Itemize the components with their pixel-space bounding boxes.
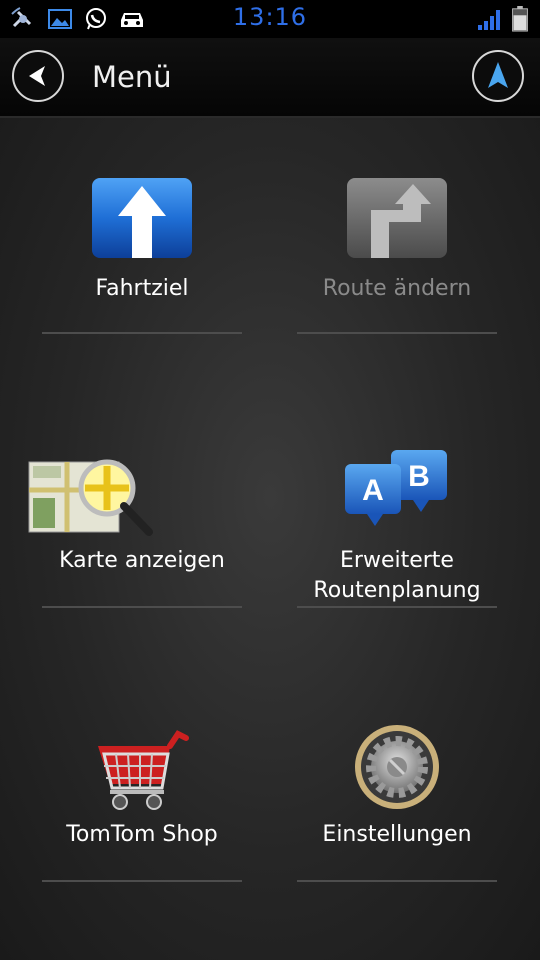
back-arrow-icon bbox=[29, 66, 45, 86]
svg-text:A: A bbox=[362, 474, 384, 507]
page-title: Menü bbox=[92, 60, 172, 94]
menu-item-route-aendern: Route ändern bbox=[297, 118, 497, 392]
ab-planning-icon: B A bbox=[345, 450, 447, 526]
menu-item-label: Fahrtziel bbox=[95, 276, 189, 301]
menu-item-label: TomTom Shop bbox=[66, 822, 218, 847]
divider bbox=[297, 332, 497, 334]
status-bar: 13:16 bbox=[0, 0, 540, 38]
menu-item-fahrtziel[interactable]: Fahrtziel bbox=[42, 118, 242, 392]
menu-item-karte-anzeigen[interactable]: Karte anzeigen bbox=[28, 392, 242, 666]
divider bbox=[42, 880, 242, 882]
divider bbox=[297, 606, 497, 608]
top-bar: Menü bbox=[0, 38, 540, 118]
change-route-icon bbox=[347, 178, 447, 258]
menu-item-tomtom-shop[interactable]: TomTom Shop bbox=[42, 666, 242, 940]
menu-item-label: Route ändern bbox=[322, 276, 472, 301]
go-arrow-icon bbox=[92, 178, 192, 258]
signal-icon bbox=[478, 10, 500, 30]
navigation-view-button[interactable] bbox=[472, 50, 524, 102]
settings-gear-icon bbox=[355, 725, 439, 809]
shopping-cart-icon bbox=[98, 730, 189, 810]
back-button[interactable] bbox=[12, 50, 64, 102]
divider bbox=[42, 606, 242, 608]
clock: 13:16 bbox=[232, 3, 308, 31]
battery-icon bbox=[512, 6, 528, 32]
navigation-arrow-icon bbox=[488, 62, 508, 88]
svg-text:B: B bbox=[408, 460, 430, 493]
menu-grid: Fahrtziel Route ändern Karte anzeigen B … bbox=[0, 118, 540, 960]
menu-item-label: Erweiterte Routenplanung bbox=[313, 548, 481, 603]
menu-item-label: Karte anzeigen bbox=[59, 548, 225, 573]
menu-item-einstellungen[interactable]: Einstellungen bbox=[297, 666, 497, 940]
divider bbox=[42, 332, 242, 334]
menu-item-erweiterte-routenplanung[interactable]: B A Erweiterte Routenplanung bbox=[297, 392, 497, 666]
map-magnifier-icon bbox=[28, 459, 153, 536]
divider bbox=[297, 880, 497, 882]
menu-item-label: Einstellungen bbox=[322, 822, 472, 847]
